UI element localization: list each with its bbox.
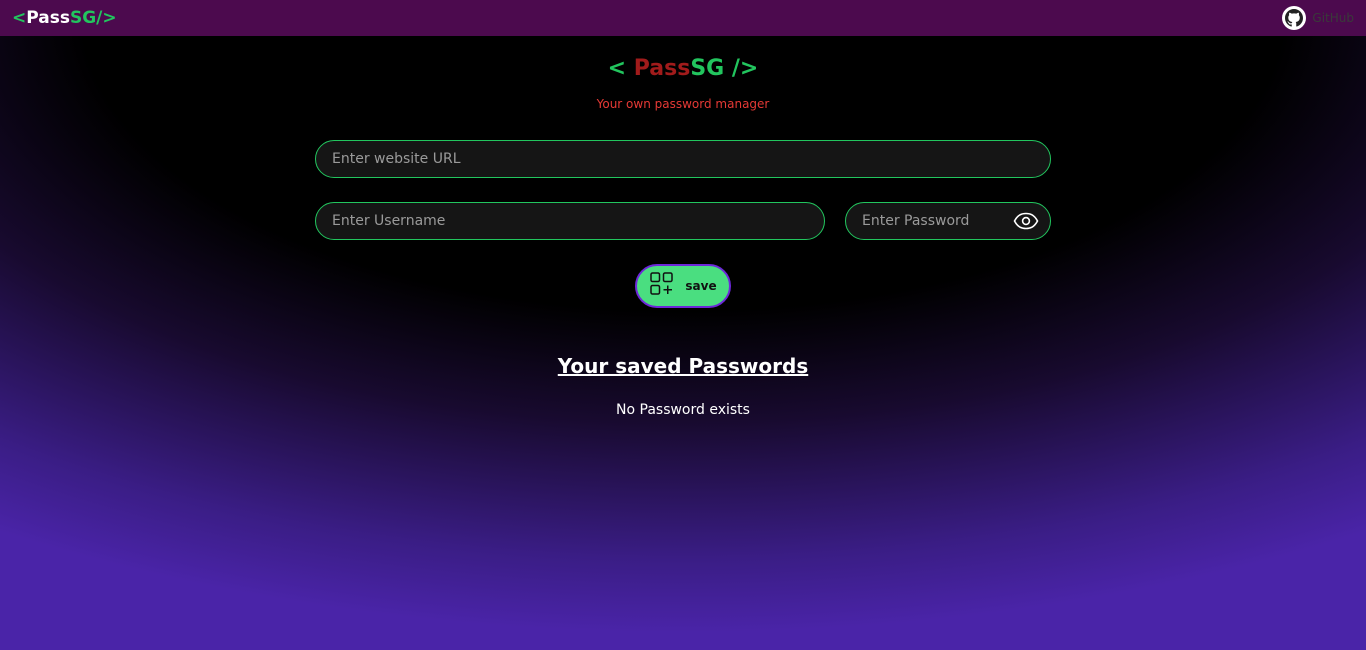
logo-pass: Pass xyxy=(26,8,70,28)
brand-sg: SG xyxy=(690,56,725,81)
grid-plus-icon xyxy=(649,271,675,301)
page-title: < PassSG /> xyxy=(0,56,1366,81)
save-button[interactable]: save xyxy=(635,264,731,308)
website-url-input[interactable] xyxy=(315,140,1051,178)
logo-open: < xyxy=(12,8,27,28)
brand-open: < xyxy=(607,56,634,81)
logo-close: /> xyxy=(96,8,117,28)
saved-passwords-heading: Your saved Passwords xyxy=(557,354,809,378)
brand-close: /> xyxy=(724,56,759,81)
nav-logo[interactable]: < Pass SG /> xyxy=(12,8,117,28)
username-input[interactable] xyxy=(315,202,825,240)
github-label: GitHub xyxy=(1312,11,1354,25)
eye-icon[interactable] xyxy=(1012,210,1040,232)
empty-state-message: No Password exists xyxy=(616,402,750,418)
github-link[interactable]: GitHub xyxy=(1282,6,1354,30)
navbar: < Pass SG /> GitHub xyxy=(0,0,1366,36)
brand-pass: Pass xyxy=(633,56,691,81)
tagline: Your own password manager xyxy=(596,97,770,111)
github-icon xyxy=(1282,6,1307,30)
save-label: save xyxy=(685,279,717,293)
logo-sg: SG xyxy=(69,8,97,28)
